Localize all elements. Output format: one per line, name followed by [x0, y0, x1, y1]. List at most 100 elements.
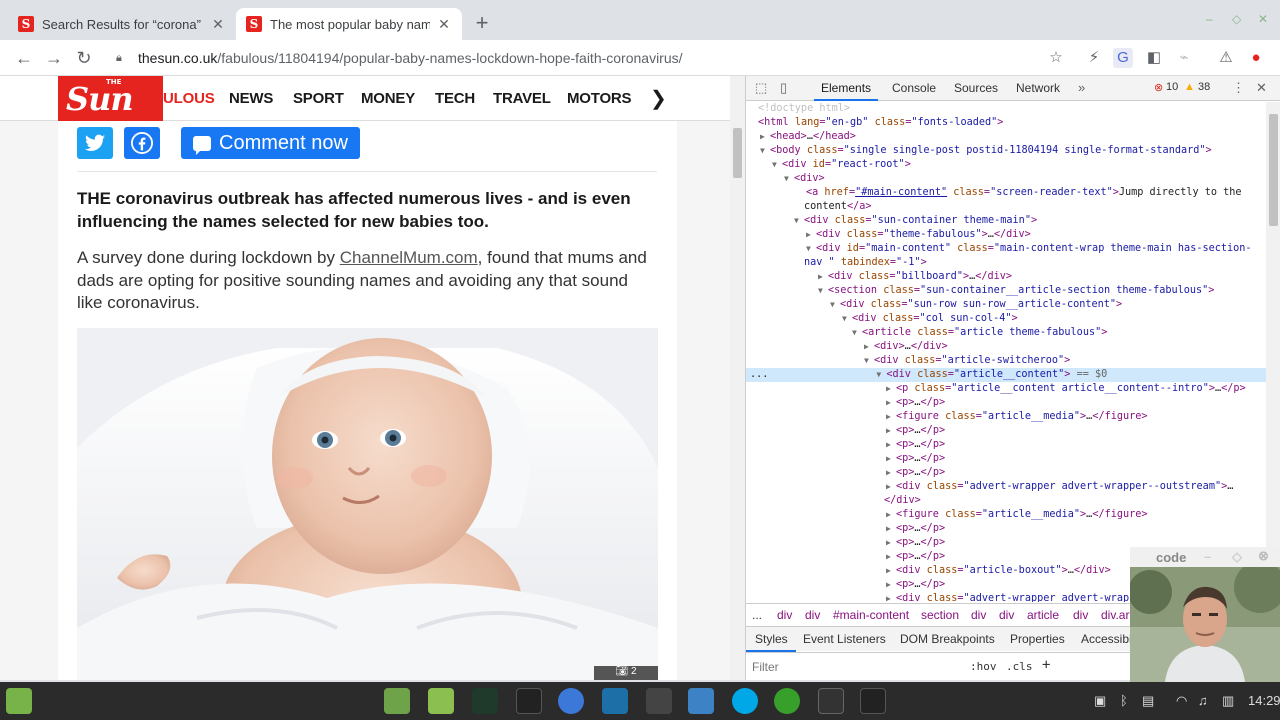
- dom-node[interactable]: ▶ <p>…</p>: [746, 466, 1266, 480]
- device-toolbar-icon[interactable]: ▯: [780, 80, 787, 96]
- calculator-icon[interactable]: [646, 688, 672, 714]
- forward-icon[interactable]: →: [42, 46, 66, 70]
- nav-item-travel[interactable]: TRAVEL: [493, 90, 551, 107]
- dom-node[interactable]: ▼ <div class="col sun-col-4">: [746, 312, 1266, 326]
- extension-icon[interactable]: ⌁: [1174, 48, 1194, 68]
- breadcrumb-item[interactable]: div: [805, 608, 820, 622]
- nav-item-motors[interactable]: MOTORS: [567, 90, 632, 107]
- dom-node[interactable]: ▶ <div class="advert-wrapper advert-wrapp…: [746, 480, 1266, 494]
- dom-node[interactable]: ▶ <div class="theme-fabulous">…</div>: [746, 228, 1266, 242]
- system-monitor-icon[interactable]: [472, 688, 498, 714]
- class-toggle[interactable]: .cls: [1006, 660, 1033, 673]
- nav-item-sport[interactable]: SPORT: [293, 90, 344, 107]
- breadcrumb-item[interactable]: div: [777, 608, 792, 622]
- nav-item-money[interactable]: MONEY: [361, 90, 415, 107]
- nav-item-fabulous[interactable]: ULOUS: [163, 90, 215, 107]
- tab-elements[interactable]: Elements: [821, 81, 871, 95]
- extension-icon[interactable]: ◧: [1144, 48, 1164, 68]
- tab-search-results[interactable]: S Search Results for “corona” – Th ✕: [8, 8, 236, 40]
- breadcrumb-item[interactable]: div: [1073, 608, 1088, 622]
- warning-icon[interactable]: ▲: [1184, 81, 1195, 93]
- dom-node[interactable]: ▶ <p>…</p>: [746, 452, 1266, 466]
- tab-accessibility[interactable]: Accessibil: [1081, 632, 1134, 646]
- page-scrollbar[interactable]: [730, 76, 745, 680]
- tab-properties[interactable]: Properties: [1010, 632, 1065, 646]
- dom-node[interactable]: ▶ <figure class="article__media">…</figur…: [746, 508, 1266, 522]
- close-icon[interactable]: ⊗: [1258, 548, 1269, 564]
- hover-state-toggle[interactable]: :hov: [970, 660, 997, 673]
- dom-node[interactable]: ▼ <div id="react-root">: [746, 158, 1266, 172]
- music-icon[interactable]: ♫: [1198, 693, 1208, 708]
- kebab-menu-icon[interactable]: ⋮: [1232, 80, 1245, 96]
- close-devtools-icon[interactable]: ✕: [1256, 80, 1267, 96]
- back-icon[interactable]: ←: [12, 46, 36, 70]
- maximize-icon[interactable]: ◇: [1232, 12, 1241, 26]
- camera-tray-icon[interactable]: ▣: [1094, 693, 1106, 709]
- close-tab-icon[interactable]: ✕: [436, 16, 452, 33]
- tab-console[interactable]: Console: [892, 81, 936, 95]
- address-bar[interactable]: 🔒︎ thesun.co.uk/fabulous/11804194/popula…: [108, 45, 1080, 71]
- files-icon[interactable]: [428, 688, 454, 714]
- dom-node[interactable]: ▼ <article class="article theme-fabulous"…: [746, 326, 1266, 340]
- bluetooth-icon[interactable]: ᛒ: [1120, 693, 1128, 708]
- maximize-icon[interactable]: ◇: [1232, 549, 1242, 565]
- wifi-icon[interactable]: ◠: [1176, 693, 1187, 709]
- show-desktop-icon[interactable]: [384, 688, 410, 714]
- error-icon[interactable]: ⊗: [1154, 81, 1163, 94]
- new-rule-icon[interactable]: +: [1042, 657, 1050, 673]
- twitter-share-button[interactable]: [77, 127, 113, 159]
- upwork-icon[interactable]: [774, 688, 800, 714]
- window-icon[interactable]: [818, 688, 844, 714]
- dom-node[interactable]: <html lang="en-gb" class="fonts-loaded">: [746, 116, 1266, 130]
- breadcrumb-item[interactable]: article: [1027, 608, 1059, 622]
- dom-node[interactable]: ▼ <div class="article-switcheroo">: [746, 354, 1266, 368]
- dom-node[interactable]: nav " tabindex="-1">: [746, 256, 1266, 270]
- styles-filter-input[interactable]: [752, 659, 952, 675]
- dom-tree[interactable]: <!doctype html> <html lang="en-gb" class…: [746, 102, 1266, 602]
- comment-now-button[interactable]: Comment now: [181, 127, 360, 159]
- skype-icon[interactable]: [732, 688, 758, 714]
- dom-node[interactable]: ▼ <body class="single single-post postid-…: [746, 144, 1266, 158]
- gallery-camera-icon[interactable]: 📷︎ 2: [594, 666, 658, 680]
- tab-baby-names[interactable]: S The most popular baby names ✕: [236, 8, 462, 40]
- nav-item-news[interactable]: NEWS: [229, 90, 273, 107]
- dom-node[interactable]: ▶ <head>…</head>: [746, 130, 1266, 144]
- more-tabs-icon[interactable]: »: [1078, 80, 1085, 95]
- dom-node[interactable]: ▶ <div class="billboard">…</div>: [746, 270, 1266, 284]
- breadcrumb-item[interactable]: #main-content: [833, 608, 909, 622]
- breadcrumb-item[interactable]: div: [971, 608, 986, 622]
- clock[interactable]: 14:29: [1248, 693, 1280, 708]
- battery-icon[interactable]: ▥: [1222, 693, 1234, 709]
- keyboard-layout-flag-icon[interactable]: ▤: [1142, 693, 1154, 709]
- dom-node[interactable]: ▶ <p>…</p>: [746, 522, 1266, 536]
- profile-avatar-icon[interactable]: ●: [1246, 48, 1266, 68]
- tab-dom-breakpoints[interactable]: DOM Breakpoints: [900, 632, 995, 646]
- lightning-extension-icon[interactable]: ⚡︎: [1084, 48, 1104, 68]
- dom-node[interactable]: <a href="#main-content" class="screen-re…: [746, 186, 1266, 200]
- dom-node[interactable]: ▶ <p class="article__content article__con…: [746, 382, 1266, 396]
- breadcrumb-item[interactable]: section: [921, 608, 959, 622]
- tab-styles[interactable]: Styles: [755, 632, 788, 646]
- bookmark-star-icon[interactable]: ☆: [1046, 48, 1066, 68]
- breadcrumb-item[interactable]: div: [999, 608, 1014, 622]
- webcam-titlebar[interactable]: code – ◇ ⊗: [1130, 547, 1280, 567]
- close-tab-icon[interactable]: ✕: [210, 16, 226, 33]
- dom-node[interactable]: ▶ <figure class="article__media">…</figur…: [746, 410, 1266, 424]
- nav-item-tech[interactable]: TECH: [435, 90, 475, 107]
- dom-node[interactable]: ▼ <div class="sun-row sun-row__article-co…: [746, 298, 1266, 312]
- dom-node[interactable]: content</a>: [746, 200, 1266, 214]
- scrollbar-thumb[interactable]: [733, 128, 742, 178]
- dom-node[interactable]: </div>: [746, 494, 1266, 508]
- terminal-icon[interactable]: [516, 688, 542, 714]
- new-tab-button[interactable]: +: [470, 11, 494, 35]
- webcam-overlay[interactable]: code – ◇ ⊗: [1130, 547, 1280, 682]
- tab-event-listeners[interactable]: Event Listeners: [803, 632, 886, 646]
- close-window-icon[interactable]: ✕: [1258, 12, 1268, 26]
- dom-node[interactable]: ▼ <div class="sun-container theme-main">: [746, 214, 1266, 228]
- tab-network[interactable]: Network: [1016, 81, 1060, 95]
- inspect-element-icon[interactable]: ⬚: [755, 80, 767, 96]
- dom-node-selected[interactable]: ... ▼ <div class="article__content"> == $0: [746, 368, 1266, 382]
- breadcrumb-item[interactable]: div.art: [1101, 608, 1133, 622]
- dom-node[interactable]: <!doctype html>: [746, 102, 1266, 116]
- the-sun-logo[interactable]: THE Sun: [58, 76, 163, 121]
